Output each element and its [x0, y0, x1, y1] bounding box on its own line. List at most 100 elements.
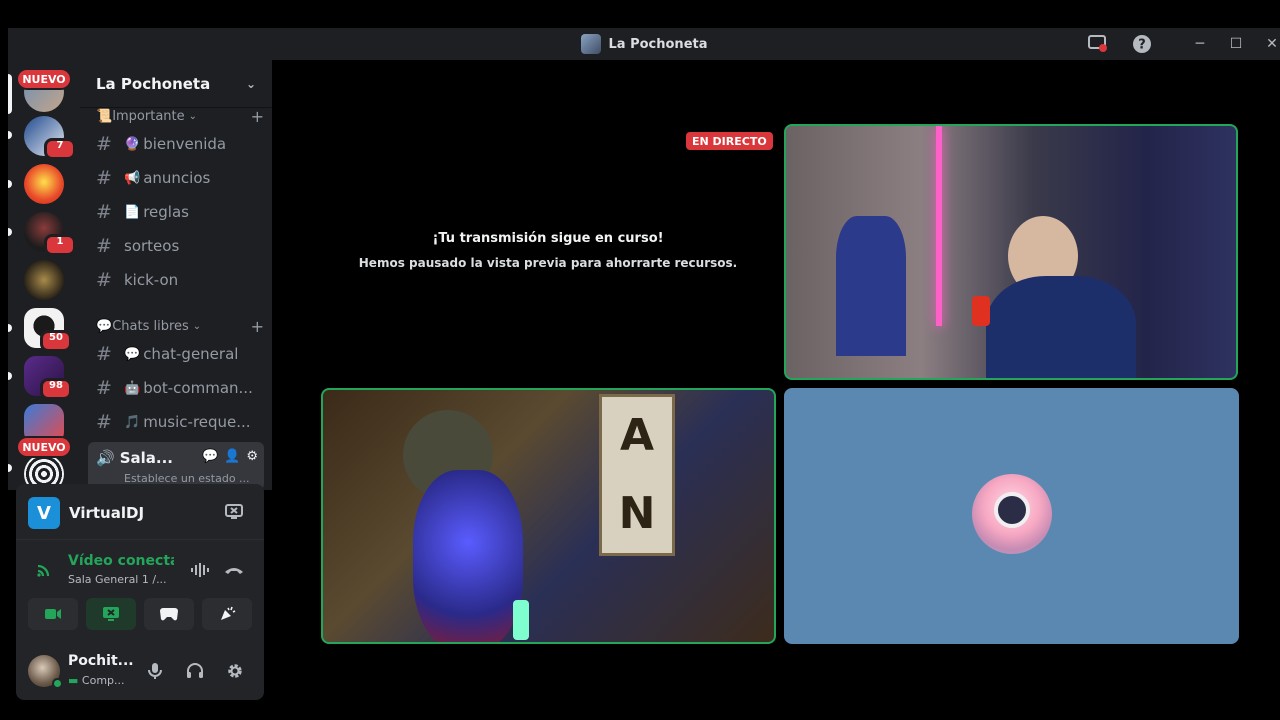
category-importante[interactable]: 📜 Importante ⌄ +	[96, 107, 264, 126]
neon-light	[936, 126, 942, 326]
jersey	[836, 216, 906, 356]
hash-icon: #	[96, 343, 112, 365]
hash-icon: #	[96, 133, 112, 155]
channel-bot-commands[interactable]: # 🤖 bot-comman...	[88, 372, 264, 404]
chat-bubble-icon[interactable]: 💬	[202, 449, 218, 464]
title-bar: La Pochoneta ? ─ ☐ ✕	[8, 28, 1280, 60]
channel-emoji: 💬	[124, 346, 141, 362]
disconnect-icon[interactable]	[222, 558, 246, 582]
server-icon-3[interactable]	[24, 164, 64, 204]
led-prop	[513, 600, 529, 640]
server-icon-5[interactable]	[24, 260, 64, 300]
guild-header[interactable]: La Pochoneta ⌄	[80, 60, 272, 108]
channel-panel: La Pochoneta ⌄ 📜 Importante ⌄ + # 🔮 bienve…	[80, 60, 272, 490]
activity-bar: V VirtualDJ	[16, 484, 264, 540]
channel-name: sorteos	[124, 237, 180, 255]
unread-pip	[8, 372, 12, 380]
channel-name: music-reque...	[143, 413, 251, 431]
chevron-down-icon: ⌄	[245, 76, 256, 91]
channel-music-requests[interactable]: # 🎵 music-reque...	[88, 406, 264, 438]
unread-pip	[8, 131, 12, 139]
chevron-down-icon: ⌄	[192, 320, 202, 332]
guild-name: La Pochoneta	[96, 74, 211, 93]
soundboard-button[interactable]	[202, 598, 252, 630]
stream-paused-title: ¡Tu transmisión sigue en curso!	[432, 231, 664, 246]
unread-pip	[8, 464, 12, 472]
window-title-text: La Pochoneta	[608, 36, 708, 52]
video-stage: EN DIRECTO ¡Tu transmisión sigue en curs…	[272, 60, 1280, 700]
channel-emoji: 📄	[124, 204, 141, 220]
category-icon: 💬	[96, 318, 113, 334]
live-badge: EN DIRECTO	[686, 132, 773, 150]
microphone-icon[interactable]	[143, 659, 167, 683]
signal-icon	[36, 562, 54, 582]
channel-reglas[interactable]: # 📄 reglas	[88, 196, 264, 228]
online-status-icon	[52, 678, 63, 689]
channel-kick-on[interactable]: # kick-on	[88, 264, 264, 296]
unread-pip	[8, 228, 12, 236]
virtualdj-logo: V	[28, 497, 60, 529]
category-chats-libres[interactable]: 💬 Chats libres ⌄ +	[96, 317, 264, 336]
channel-name: kick-on	[124, 271, 179, 289]
svg-text:?: ?	[1138, 38, 1146, 53]
headphones-icon[interactable]	[183, 659, 207, 683]
mention-badge: 1	[44, 234, 76, 256]
gear-icon[interactable]: ⚙	[246, 449, 258, 464]
channel-anuncios[interactable]: # 📢 anuncios	[88, 162, 264, 194]
selected-pip	[8, 74, 12, 114]
add-channel-icon[interactable]: +	[251, 107, 264, 126]
mention-badge: 98	[40, 378, 72, 400]
invite-icon[interactable]: 👤	[224, 449, 240, 464]
help-icon[interactable]: ?	[1130, 32, 1154, 56]
voice-channel-sala[interactable]: 🔊 Sala... 💬 👤 ⚙ Establece un estado ...	[88, 442, 264, 490]
video-tile-streamer[interactable]	[784, 124, 1238, 380]
channel-chat-general[interactable]: # 💬 chat-general	[88, 338, 264, 370]
voice-status-title[interactable]: Vídeo conectad	[68, 553, 174, 569]
activities-button[interactable]	[144, 598, 194, 630]
user-panel: V VirtualDJ Vídeo conectad Sala General …	[16, 484, 264, 700]
user-status-text: Comp...	[81, 674, 125, 687]
new-badge: NUEVO	[16, 436, 72, 458]
screen-share-icon[interactable]	[1086, 32, 1110, 56]
screen-share-button[interactable]	[86, 598, 136, 630]
video-tile-dj[interactable]: AN	[321, 388, 776, 644]
noise-suppression-icon[interactable]	[188, 558, 212, 582]
chevron-down-icon: ⌄	[188, 110, 198, 122]
server-icon	[580, 34, 601, 54]
stream-paused-subtitle: Hemos pausado la vista previa para ahorr…	[358, 256, 738, 270]
channel-emoji: 🎵	[124, 414, 141, 430]
hash-icon: #	[96, 377, 112, 399]
unread-pip	[8, 180, 12, 188]
minimize-button[interactable]: ─	[1188, 32, 1212, 56]
hash-icon: #	[96, 411, 112, 433]
server-rail: NUEVO 7 1 50 98 NUEVO	[8, 60, 80, 494]
hash-icon: #	[96, 269, 112, 291]
camera-button[interactable]	[28, 598, 78, 630]
close-button[interactable]: ✕	[1260, 32, 1280, 56]
channel-name: bot-comman...	[143, 379, 253, 397]
new-badge: NUEVO	[16, 68, 72, 90]
mention-badge: 50	[40, 330, 72, 352]
channel-emoji: 📢	[124, 170, 141, 186]
microphone-prop	[972, 296, 990, 326]
hash-icon: #	[96, 201, 112, 223]
mention-badge: 7	[44, 138, 76, 160]
channel-bienvenida[interactable]: # 🔮 bienvenida	[88, 128, 264, 160]
channel-name: bienvenida	[143, 135, 227, 153]
channel-emoji: 🔮	[124, 136, 141, 152]
add-channel-icon[interactable]: +	[251, 317, 264, 336]
controller-icon: ▬	[68, 674, 79, 687]
channel-sorteos[interactable]: # sorteos	[88, 230, 264, 262]
channel-emoji: 🤖	[124, 380, 141, 396]
maximize-button[interactable]: ☐	[1224, 32, 1248, 56]
user-status[interactable]: ▬ Comp...	[68, 674, 125, 687]
voice-status-subtitle[interactable]: Sala General 1 /...	[68, 573, 178, 586]
person-lights	[413, 470, 523, 642]
user-name[interactable]: Pochit...	[68, 653, 134, 669]
stop-activity-icon[interactable]	[222, 500, 246, 524]
gear-icon[interactable]	[223, 659, 247, 683]
channel-name: chat-general	[143, 345, 239, 363]
hash-icon: #	[96, 167, 112, 189]
hash-icon: #	[96, 235, 112, 257]
video-tile-avatar[interactable]	[784, 388, 1239, 644]
